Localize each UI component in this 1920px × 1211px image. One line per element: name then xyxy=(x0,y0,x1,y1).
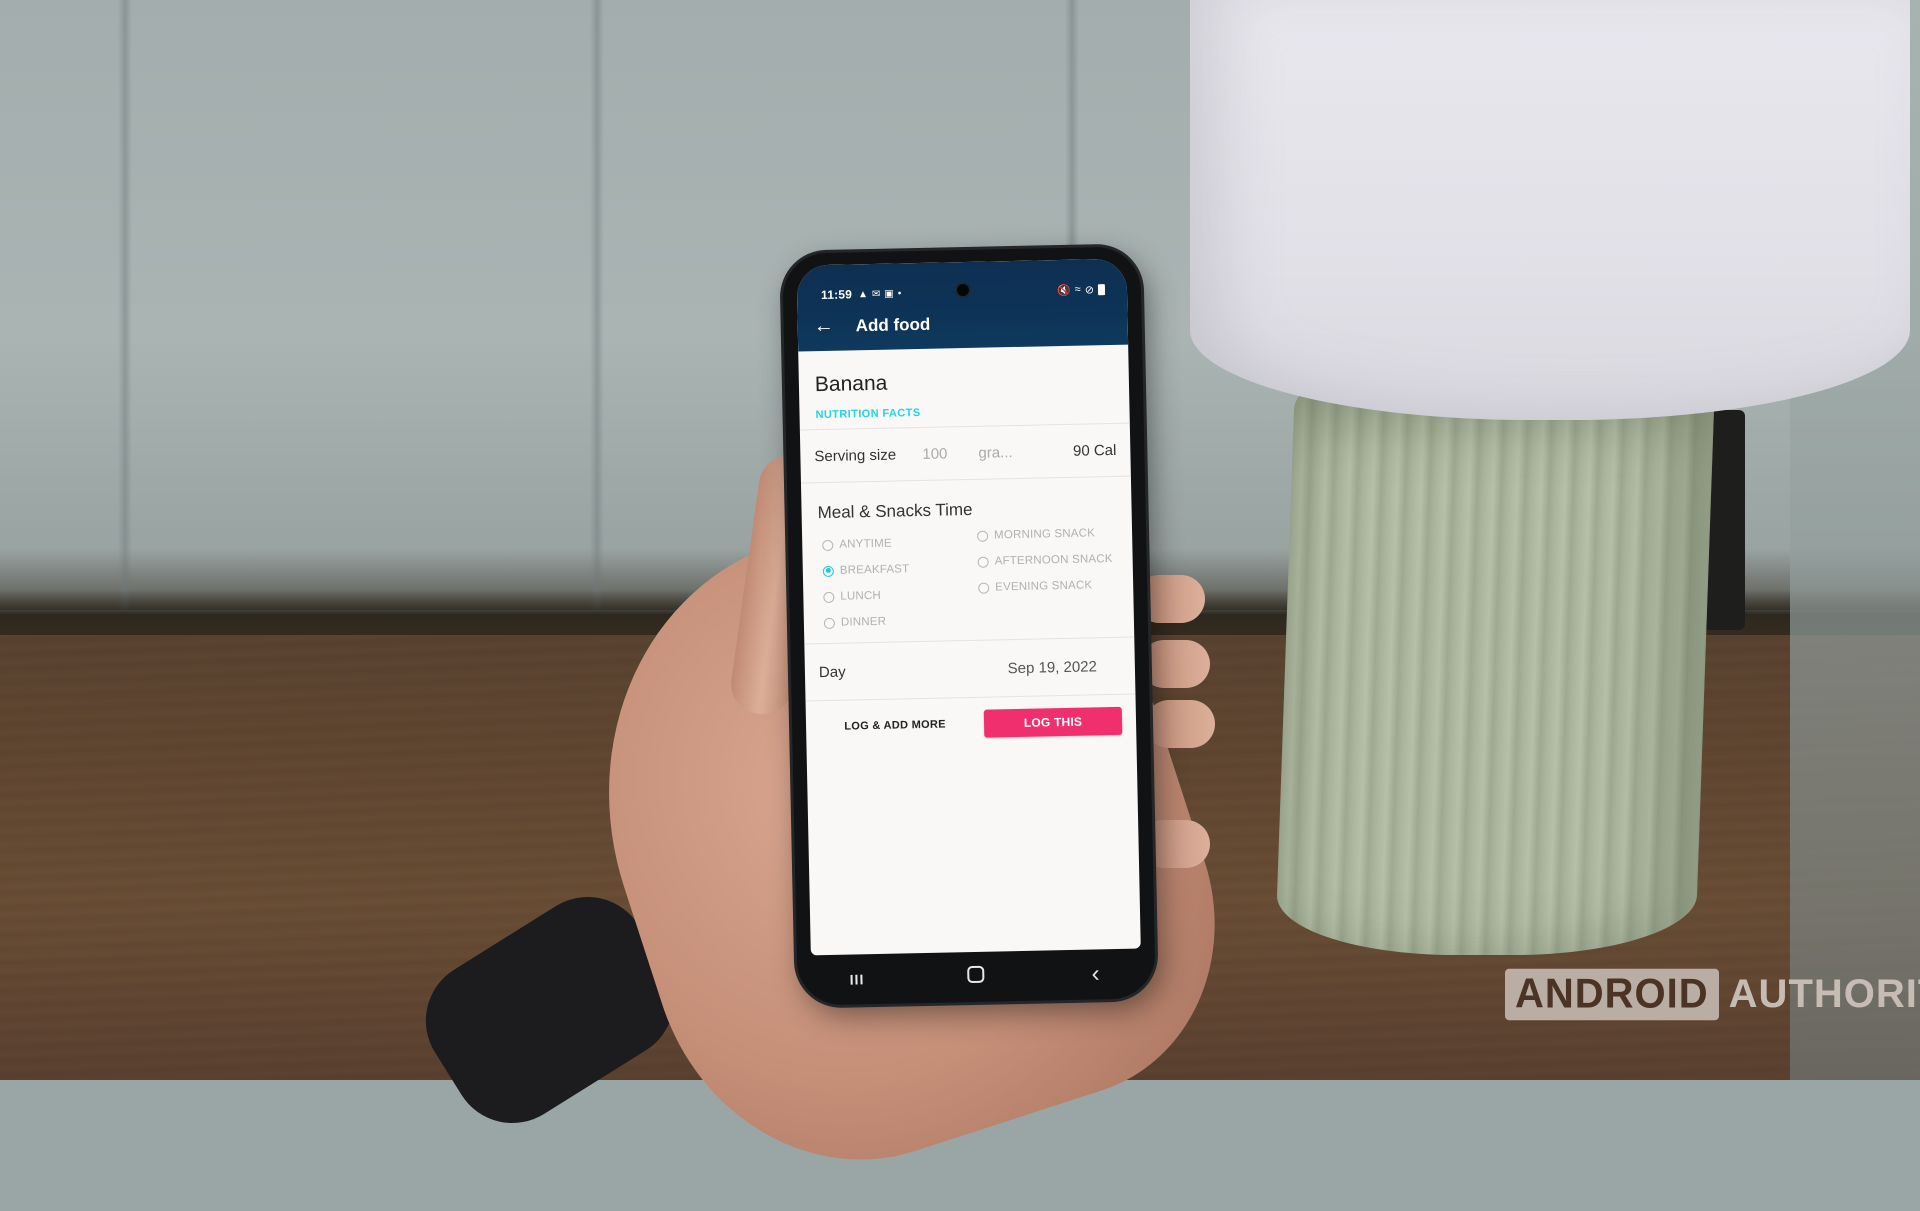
radio-label: AFTERNOON SNACK xyxy=(994,552,1113,568)
radio-label: DINNER xyxy=(840,615,887,629)
food-name: Banana xyxy=(814,371,888,397)
action-buttons: LOG & ADD MORE LOG THIS xyxy=(820,703,1123,745)
radio-label: LUNCH xyxy=(840,589,882,603)
watermark-text: AUTHORITY xyxy=(1728,972,1920,1016)
radio-label: MORNING SNACK xyxy=(993,527,1096,542)
meal-time-title: Meal & Snacks Time xyxy=(817,499,973,523)
title-bar: ← Add food xyxy=(813,313,930,338)
do-not-disturb-icon: ⊘ xyxy=(1084,283,1095,297)
calories-value: 90 Cal xyxy=(1072,441,1117,460)
watermark: ANDROID AUTHORITY xyxy=(1505,968,1920,1021)
battery-icon xyxy=(1097,283,1106,295)
back-icon[interactable]: ‹ xyxy=(1065,960,1126,989)
status-time: 11:59 xyxy=(820,287,853,303)
app-bar: 11:59 ▲ ✉ ▣ • 🔇 ≈ ⊘ ← Add food xyxy=(796,258,1129,352)
notification-icons: ▲ ✉ ▣ • xyxy=(858,288,901,300)
nutrition-facts-link[interactable]: NUTRITION FACTS xyxy=(815,403,1115,421)
radio-morning-snack[interactable]: MORNING SNACK xyxy=(976,527,1118,542)
snapchat-icon: ▲ xyxy=(857,288,869,300)
log-this-button[interactable]: LOG THIS xyxy=(983,706,1123,738)
radio-checked-icon xyxy=(822,565,834,577)
radio-label: BREAKFAST xyxy=(839,563,910,577)
finger xyxy=(1145,700,1215,748)
serving-unit-select[interactable]: gra... xyxy=(978,444,1013,462)
gallery-icon: ▣ xyxy=(884,288,894,300)
wall-panel-line xyxy=(118,0,132,610)
radio-label: EVENING SNACK xyxy=(995,579,1093,594)
arrow-left-icon[interactable]: ← xyxy=(813,315,843,339)
radio-evening-snack[interactable]: EVENING SNACK xyxy=(978,579,1119,594)
lamp-base xyxy=(1274,380,1716,955)
meal-right-column: MORNING SNACK AFTERNOON SNACK EVENING SN… xyxy=(976,527,1120,626)
android-nav-bar: III ‹ xyxy=(797,948,1156,1005)
radio-afternoon-snack[interactable]: AFTERNOON SNACK xyxy=(977,552,1119,568)
radio-circle-icon xyxy=(977,556,989,568)
phone-screen: 11:59 ▲ ✉ ▣ • 🔇 ≈ ⊘ ← Add food Banana NU… xyxy=(796,258,1141,956)
radio-circle-icon xyxy=(978,582,990,594)
serving-size-label: Serving size xyxy=(814,445,897,465)
page-title: Add food xyxy=(855,314,931,335)
radio-anytime[interactable]: ANYTIME xyxy=(822,536,977,551)
radio-lunch[interactable]: LUNCH xyxy=(823,588,978,603)
radio-circle-icon xyxy=(976,530,989,542)
radio-circle-icon xyxy=(823,591,835,603)
day-value[interactable]: Sep 19, 2022 xyxy=(1007,658,1097,677)
radio-label: ANYTIME xyxy=(839,537,892,551)
meal-left-column: ANYTIME BREAKFAST LUNCH DINNER xyxy=(822,536,979,629)
home-button[interactable] xyxy=(946,965,1006,988)
radio-dinner[interactable]: DINNER xyxy=(823,614,979,629)
day-row[interactable]: Day Sep 19, 2022 xyxy=(818,638,1121,700)
wall-panel-line xyxy=(590,0,604,610)
recents-icon[interactable]: III xyxy=(827,971,887,988)
mute-icon: 🔇 xyxy=(1056,284,1071,297)
phone: 11:59 ▲ ✉ ▣ • 🔇 ≈ ⊘ ← Add food Banana NU… xyxy=(782,246,1156,1006)
serving-size-row: Serving size 100 gra... 90 Cal xyxy=(814,424,1117,482)
meal-time-options: ANYTIME BREAKFAST LUNCH DINNER MORNING S… xyxy=(822,527,1120,629)
finger xyxy=(1140,640,1210,688)
radio-circle-icon xyxy=(822,539,834,551)
watermark-boxed-text: ANDROID xyxy=(1505,968,1719,1021)
wifi-icon: ≈ xyxy=(1074,283,1081,296)
add-food-form: Banana NUTRITION FACTS Serving size 100 … xyxy=(799,367,1137,746)
gmail-icon: ✉ xyxy=(871,288,881,300)
system-icons: 🔇 ≈ ⊘ xyxy=(1056,283,1106,297)
dot-icon: • xyxy=(897,287,902,299)
radio-breakfast[interactable]: BREAKFAST xyxy=(822,562,978,577)
day-label: Day xyxy=(818,663,846,681)
serving-quantity-input[interactable]: 100 xyxy=(922,444,978,463)
radio-circle-icon xyxy=(823,617,836,629)
log-and-add-more-button[interactable]: LOG & ADD MORE xyxy=(820,706,971,745)
lamp-shade xyxy=(1190,0,1910,420)
home-icon xyxy=(967,965,985,984)
